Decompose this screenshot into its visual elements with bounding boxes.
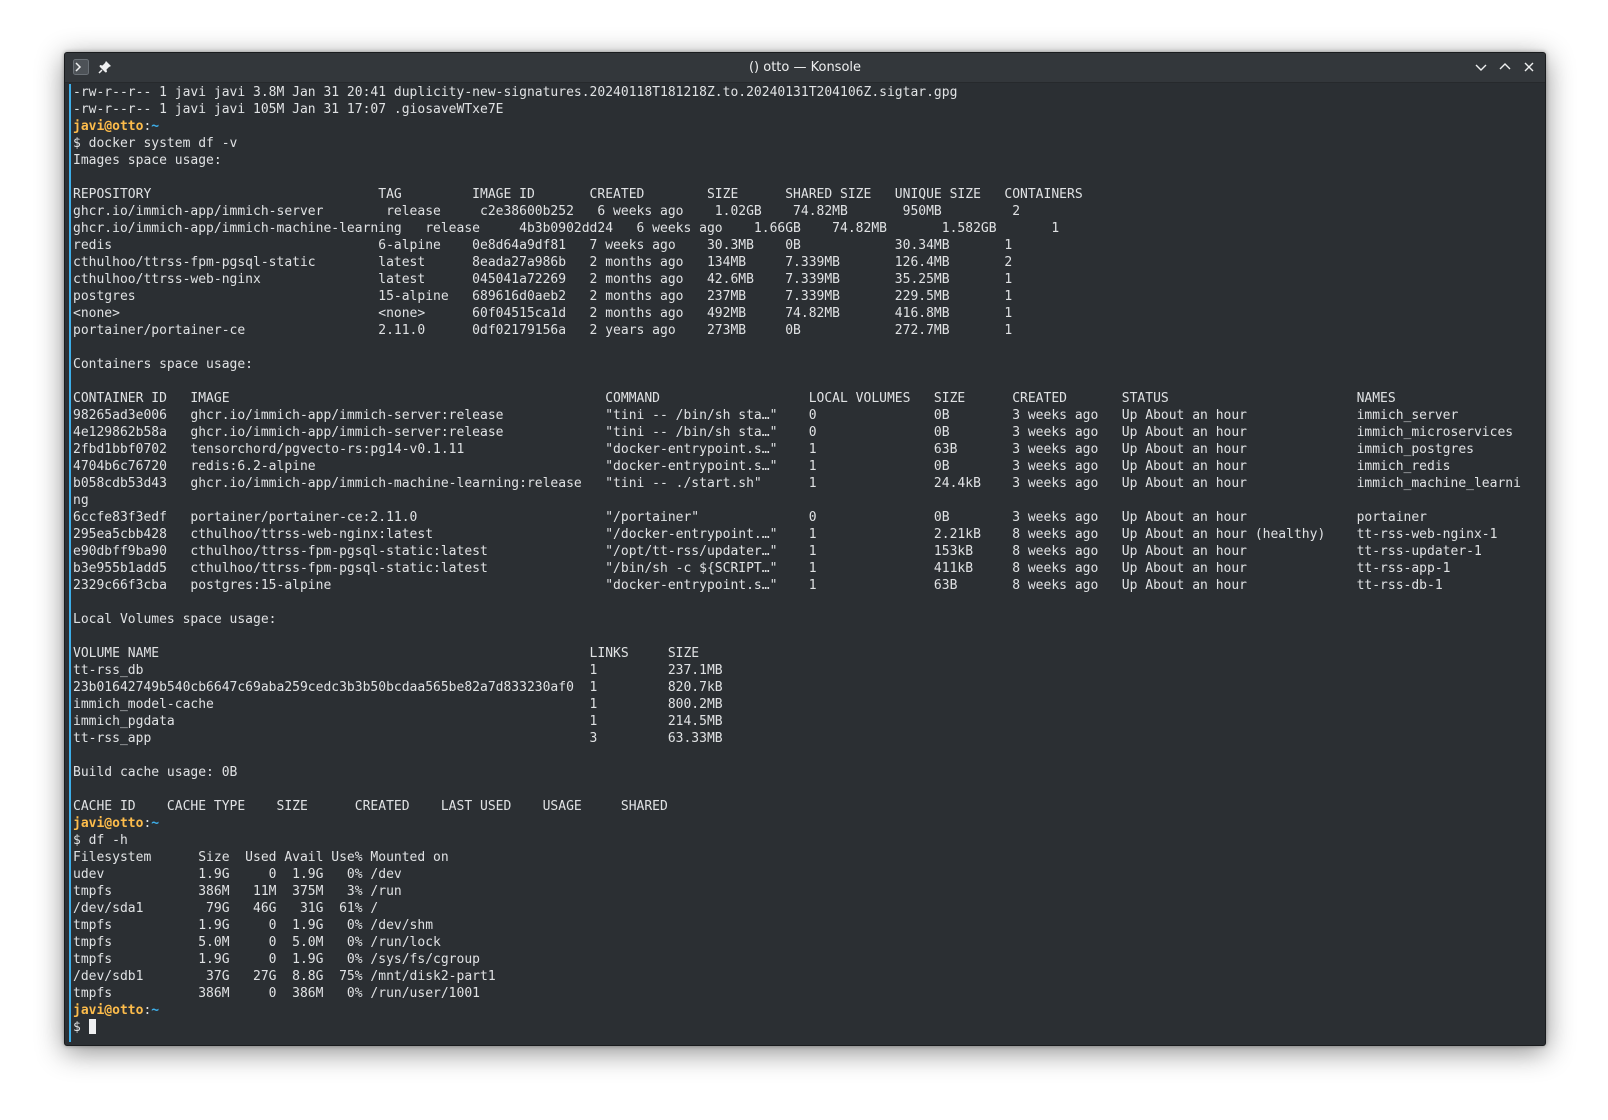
window-title: () otto — Konsole xyxy=(748,60,862,75)
table-row: 6ccfe83f3edf portainer/portainer-ce:2.11… xyxy=(73,510,1428,525)
table-header: REPOSITORY TAG IMAGE ID CREATED SIZE SHA… xyxy=(73,187,1083,202)
table-row: b3e955b1add5 cthulhoo/ttrss-fpm-pgsql-st… xyxy=(73,561,1451,576)
table-header: VOLUME NAME LINKS SIZE xyxy=(73,646,700,661)
section-heading: Containers space usage: xyxy=(73,357,254,372)
table-row: tt-rss_db 1 237.1MB xyxy=(73,663,723,678)
text-cursor xyxy=(88,1019,96,1034)
table-row: tmpfs 386M 11M 375M 3% /run xyxy=(73,884,402,899)
table-row: 295ea5cbb428 cthulhoo/ttrss-web-nginx:la… xyxy=(73,527,1498,542)
table-row: tmpfs 1.9G 0 1.9G 0% /sys/fs/cgroup xyxy=(73,952,480,967)
command-line: docker system df -v xyxy=(88,136,238,151)
chevron-down-icon[interactable] xyxy=(1473,59,1489,75)
table-row: b058cdb53d43 ghcr.io/immich-app/immich-m… xyxy=(73,476,1521,491)
chevron-up-icon[interactable] xyxy=(1497,59,1513,75)
prompt-path: ~ xyxy=(151,1003,160,1018)
terminal-output[interactable]: -rw-r--r-- 1 javi javi 3.8M Jan 31 20:41… xyxy=(69,84,1541,1042)
output-line: -rw-r--r-- 1 javi javi 3.8M Jan 31 20:41… xyxy=(73,85,958,100)
table-row: 2fbd1bbf0702 tensorchord/pgvecto-rs:pg14… xyxy=(73,442,1474,457)
table-row: udev 1.9G 0 1.9G 0% /dev xyxy=(73,867,402,882)
prompt-symbol: $ xyxy=(73,1020,81,1035)
prompt-user-host: javi@otto xyxy=(73,119,144,134)
table-header: CONTAINER ID IMAGE COMMAND LOCAL VOLUMES… xyxy=(73,391,1396,406)
table-row: ghcr.io/immich-app/immich-server release… xyxy=(73,204,1021,219)
pin-icon[interactable] xyxy=(97,59,113,75)
konsole-window: () otto — Konsole -rw-r--r-- 1 javi javi… xyxy=(64,52,1546,1046)
table-row: tmpfs 5.0M 0 5.0M 0% /run/lock xyxy=(73,935,441,950)
table-row: portainer/portainer-ce 2.11.0 0df0217915… xyxy=(73,323,1013,338)
prompt-path: ~ xyxy=(151,119,160,134)
section-heading: Images space usage: xyxy=(73,153,222,168)
table-row: /dev/sdb1 37G 27G 8.8G 75% /mnt/disk2-pa… xyxy=(73,969,496,984)
table-row: cthulhoo/ttrss-web-nginx latest 045041a7… xyxy=(73,272,1013,287)
table-row: 4e129862b58a ghcr.io/immich-app/immich-s… xyxy=(73,425,1514,440)
output-line: -rw-r--r-- 1 javi javi 105M Jan 31 17:07… xyxy=(73,102,504,117)
command-line: df -h xyxy=(88,833,128,848)
table-row: <none> <none> 60f04515ca1d 2 months ago … xyxy=(73,306,1013,321)
table-row: tmpfs 1.9G 0 1.9G 0% /dev/shm xyxy=(73,918,434,933)
table-row: tmpfs 386M 0 386M 0% /run/user/1001 xyxy=(73,986,480,1001)
prompt-symbol: $ xyxy=(73,833,81,848)
table-row: immich_pgdata 1 214.5MB xyxy=(73,714,723,729)
close-icon[interactable] xyxy=(1521,59,1537,75)
table-row: postgres 15-alpine 689616d0aeb2 2 months… xyxy=(73,289,1013,304)
prompt-user-host: javi@otto xyxy=(73,816,144,831)
terminal-prompt-icon[interactable] xyxy=(73,59,89,75)
prompt-path: ~ xyxy=(151,816,160,831)
section-heading: Build cache usage: 0B xyxy=(73,765,238,780)
table-row: 2329c66f3cba postgres:15-alpine "docker-… xyxy=(73,578,1443,593)
table-header: CACHE ID CACHE TYPE SIZE CREATED LAST US… xyxy=(73,799,668,814)
prompt-symbol: $ xyxy=(73,136,81,151)
table-row: immich_model-cache 1 800.2MB xyxy=(73,697,723,712)
table-header: Filesystem Size Used Avail Use% Mounted … xyxy=(73,850,449,865)
table-row: ghcr.io/immich-app/immich-machine-learni… xyxy=(73,221,1060,236)
table-row: /dev/sda1 79G 46G 31G 61% / xyxy=(73,901,379,916)
table-row: tt-rss_app 3 63.33MB xyxy=(73,731,723,746)
table-row: 4704b6c76720 redis:6.2-alpine "docker-en… xyxy=(73,459,1451,474)
table-row: cthulhoo/ttrss-fpm-pgsql-static latest 8… xyxy=(73,255,1013,270)
table-row: e90dbff9ba90 cthulhoo/ttrss-fpm-pgsql-st… xyxy=(73,544,1482,559)
table-row: ng xyxy=(73,493,89,508)
table-row: redis 6-alpine 0e8d64a9df81 7 weeks ago … xyxy=(73,238,1013,253)
prompt-user-host: javi@otto xyxy=(73,1003,144,1018)
table-row: 98265ad3e006 ghcr.io/immich-app/immich-s… xyxy=(73,408,1459,423)
title-bar[interactable]: () otto — Konsole xyxy=(65,53,1545,83)
section-heading: Local Volumes space usage: xyxy=(73,612,277,627)
table-row: 23b01642749b540cb6647c69aba259cedc3b3b50… xyxy=(73,680,723,695)
